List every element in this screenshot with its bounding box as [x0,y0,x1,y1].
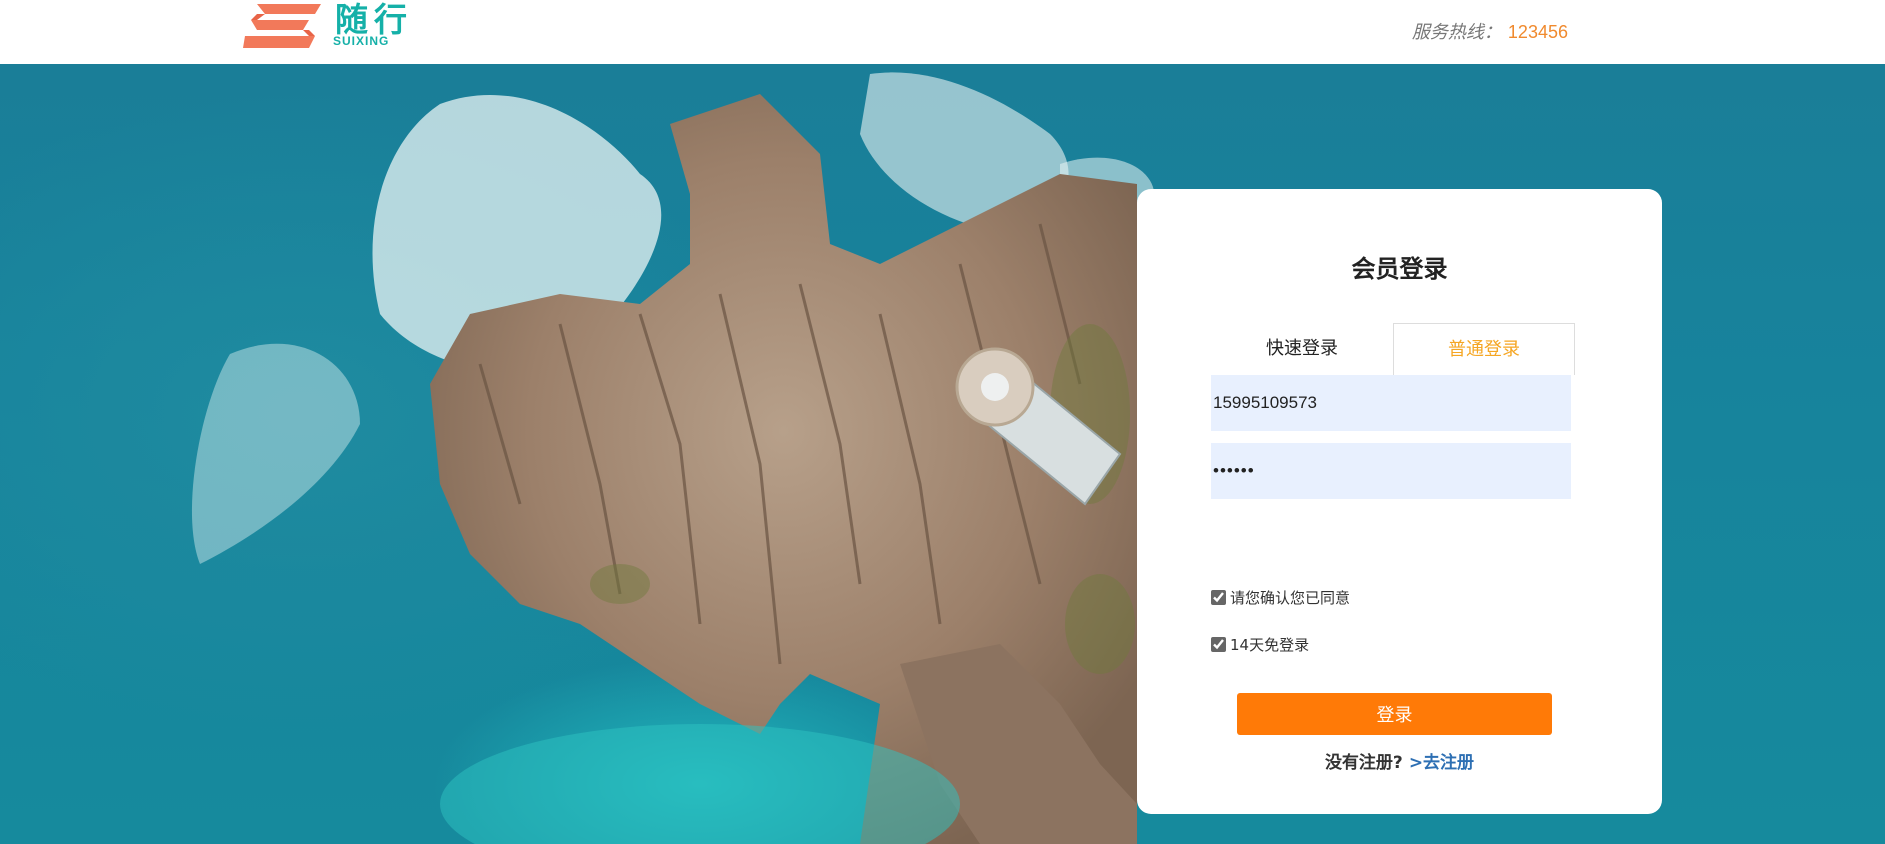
login-title: 会员登录 [1351,255,1448,283]
login-tabs: 快速登录 普通登录 [1211,323,1581,375]
suixing-logo[interactable]: 随行 SUIXING [243,0,423,52]
login-card: 会员登录 快速登录 普通登录 请您确认您已同意 14天免登录 登录 没有注册? >… [1137,189,1662,814]
agree-terms-label: 请您确认您已同意 [1230,589,1351,607]
remember-login-row[interactable]: 14天免登录 [1211,634,1309,655]
register-prompt: 没有注册? >去注册 [1137,748,1662,773]
agree-terms-row[interactable]: 请您确认您已同意 [1211,587,1350,608]
hotline-number: 123456 [1507,22,1568,42]
password-input[interactable] [1211,443,1571,499]
agree-terms-checkbox[interactable] [1211,590,1226,605]
login-button[interactable]: 登录 [1237,693,1552,735]
register-link[interactable]: >去注册 [1409,753,1474,773]
top-header: 随行 SUIXING 服务热线： 123456 [0,0,1885,64]
tab-quick-login[interactable]: 快速登录 [1211,323,1393,375]
tab-normal-login[interactable]: 普通登录 [1393,323,1575,375]
phone-input[interactable] [1211,375,1571,431]
logo-english-name: SUIXING [333,34,390,48]
service-hotline: 服务热线： 123456 [1412,20,1568,45]
remember-login-checkbox[interactable] [1211,637,1226,652]
register-question: 没有注册? [1324,753,1403,773]
remember-login-label: 14天免登录 [1230,636,1310,654]
logo-mark-icon [243,4,321,48]
hotline-label: 服务热线： [1411,22,1502,43]
